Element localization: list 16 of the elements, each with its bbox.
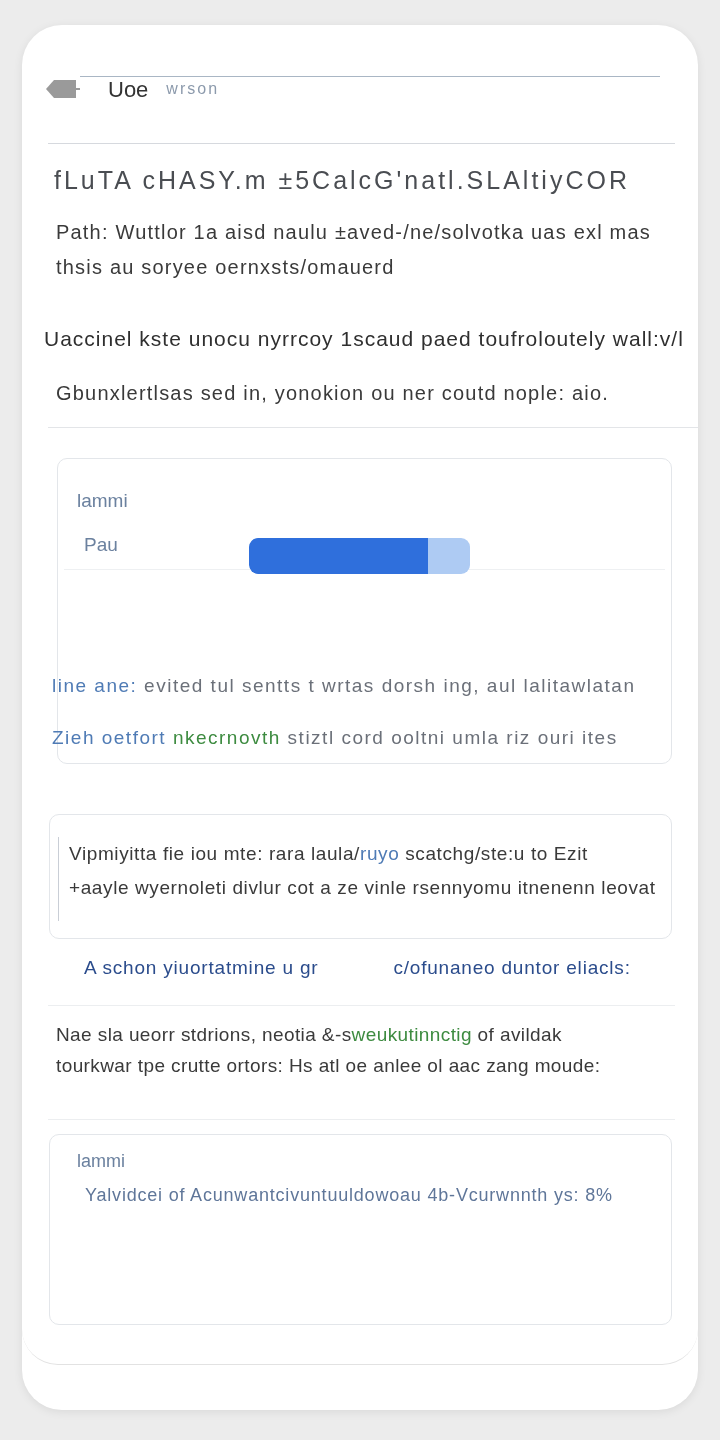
header-subtitle: wrson bbox=[166, 79, 220, 99]
back-arrow-icon[interactable] bbox=[46, 79, 80, 99]
card-label: lammi bbox=[77, 489, 128, 513]
header-title: Uoe bbox=[108, 75, 149, 104]
intro-paragraph: Path: Wuttlor 1a aisd naulu ±aved-/ne/solvotka uas exl mas thsis au soryee oernxsts/omauerd bbox=[56, 220, 651, 280]
text-link[interactable]: A schon yiuortatmine u gr bbox=[84, 954, 319, 983]
page-heading: fLuTA cHASY.m ±5CalcG'natl.SLAltiyCOR bbox=[54, 165, 630, 195]
summary-text: Yalvidcei of Acunwantcivuntuuldowoau 4b-Vcurwnnth ys: 8% bbox=[85, 1184, 613, 1207]
quote-text: Vipmiyitta fie iou mte: rara laula/ruyo scatchg/ste:u to Ezit +aayle wyernoleti divlur cot a ze vinle rsennyomu itnenenn leovat bbox=[58, 837, 656, 921]
statement-text: Uaccinel kste unocu nyrrcoy 1scaud paed toufroloutely wall:v/l bbox=[44, 326, 684, 352]
body-paragraph: Nae sla ueorr stdrions, neotia &-sweukutinnctig of avildak tourkwar tpe crutte ortors: Hs atl oe anlee ol aac zang moude: bbox=[56, 1023, 601, 1078]
card-text: line ane: evited tul sentts t wrtas dorsh ing, aul lalitawlatan Zieh oetfort nkecrnovth stiztl cord ooltni umla riz ouri ites bbox=[52, 674, 636, 750]
note-text: Gbunxlertlsas sed in, yonokion ou ner coutd nople: aio. bbox=[56, 381, 609, 406]
text-link[interactable]: c/ofunaneo duntor eliacls: bbox=[393, 954, 631, 983]
card-label: lammi bbox=[77, 1150, 125, 1173]
card-sublabel: Pau bbox=[84, 533, 119, 557]
